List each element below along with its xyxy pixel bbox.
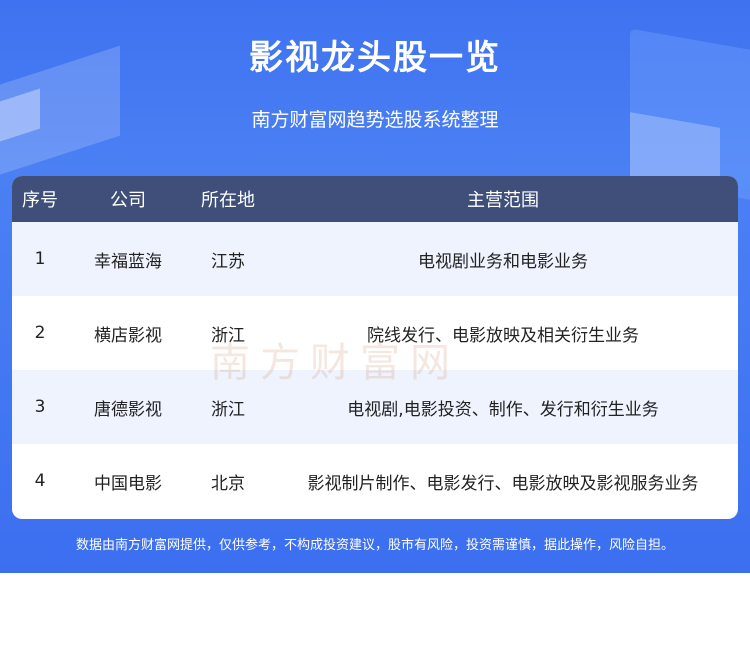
cell-location: 浙江 xyxy=(211,399,245,420)
cell-index: 3 xyxy=(34,397,46,417)
table-row: 3 唐德影视 浙江 电视剧,电影投资、制作、发行和衍生业务 xyxy=(12,370,738,444)
cell-index: 4 xyxy=(34,471,46,491)
cell-business: 院线发行、电影放映及相关衍生业务 xyxy=(367,325,639,346)
cell-business: 电视剧,电影投资、制作、发行和衍生业务 xyxy=(347,399,659,420)
table-header: 序号 公司 所在地 主营范围 xyxy=(12,176,738,222)
page-title: 影视龙头股一览 xyxy=(249,38,501,78)
banner: 影视龙头股一览 南方财富网趋势选股系统整理 序号 公司 所在地 主营范围 1 幸… xyxy=(0,0,750,573)
cell-location: 北京 xyxy=(211,473,245,494)
cell-company: 中国电影 xyxy=(94,473,162,494)
table-row: 1 幸福蓝海 江苏 电视剧业务和电影业务 xyxy=(12,222,738,296)
cell-business: 影视制片制作、电影发行、电影放映及影视服务业务 xyxy=(307,473,699,494)
cell-location: 江苏 xyxy=(211,251,245,272)
cell-business: 电视剧业务和电影业务 xyxy=(418,251,588,272)
column-header-business: 主营范围 xyxy=(467,190,539,211)
cell-company: 唐德影视 xyxy=(94,399,162,420)
column-header-company: 公司 xyxy=(110,190,146,211)
column-header-location: 所在地 xyxy=(201,190,255,211)
cell-company: 幸福蓝海 xyxy=(94,251,162,272)
column-header-index: 序号 xyxy=(22,190,58,211)
page-subtitle: 南方财富网趋势选股系统整理 xyxy=(251,109,499,131)
table-row: 4 中国电影 北京 影视制片制作、电影发行、电影放映及影视服务业务 xyxy=(12,444,738,518)
cell-index: 2 xyxy=(34,323,46,343)
disclaimer-text: 数据由南方财富网提供，仅供参考，不构成投资建议，股市有风险，投资需谨慎，据此操作… xyxy=(75,538,674,553)
stock-table: 序号 公司 所在地 主营范围 1 幸福蓝海 江苏 电视剧业务和电影业务 2 横店… xyxy=(12,176,738,519)
cell-location: 浙江 xyxy=(211,325,245,346)
cell-index: 1 xyxy=(34,249,46,269)
cell-company: 横店影视 xyxy=(94,325,162,346)
table-row: 2 横店影视 浙江 院线发行、电影放映及相关衍生业务 xyxy=(12,296,738,370)
